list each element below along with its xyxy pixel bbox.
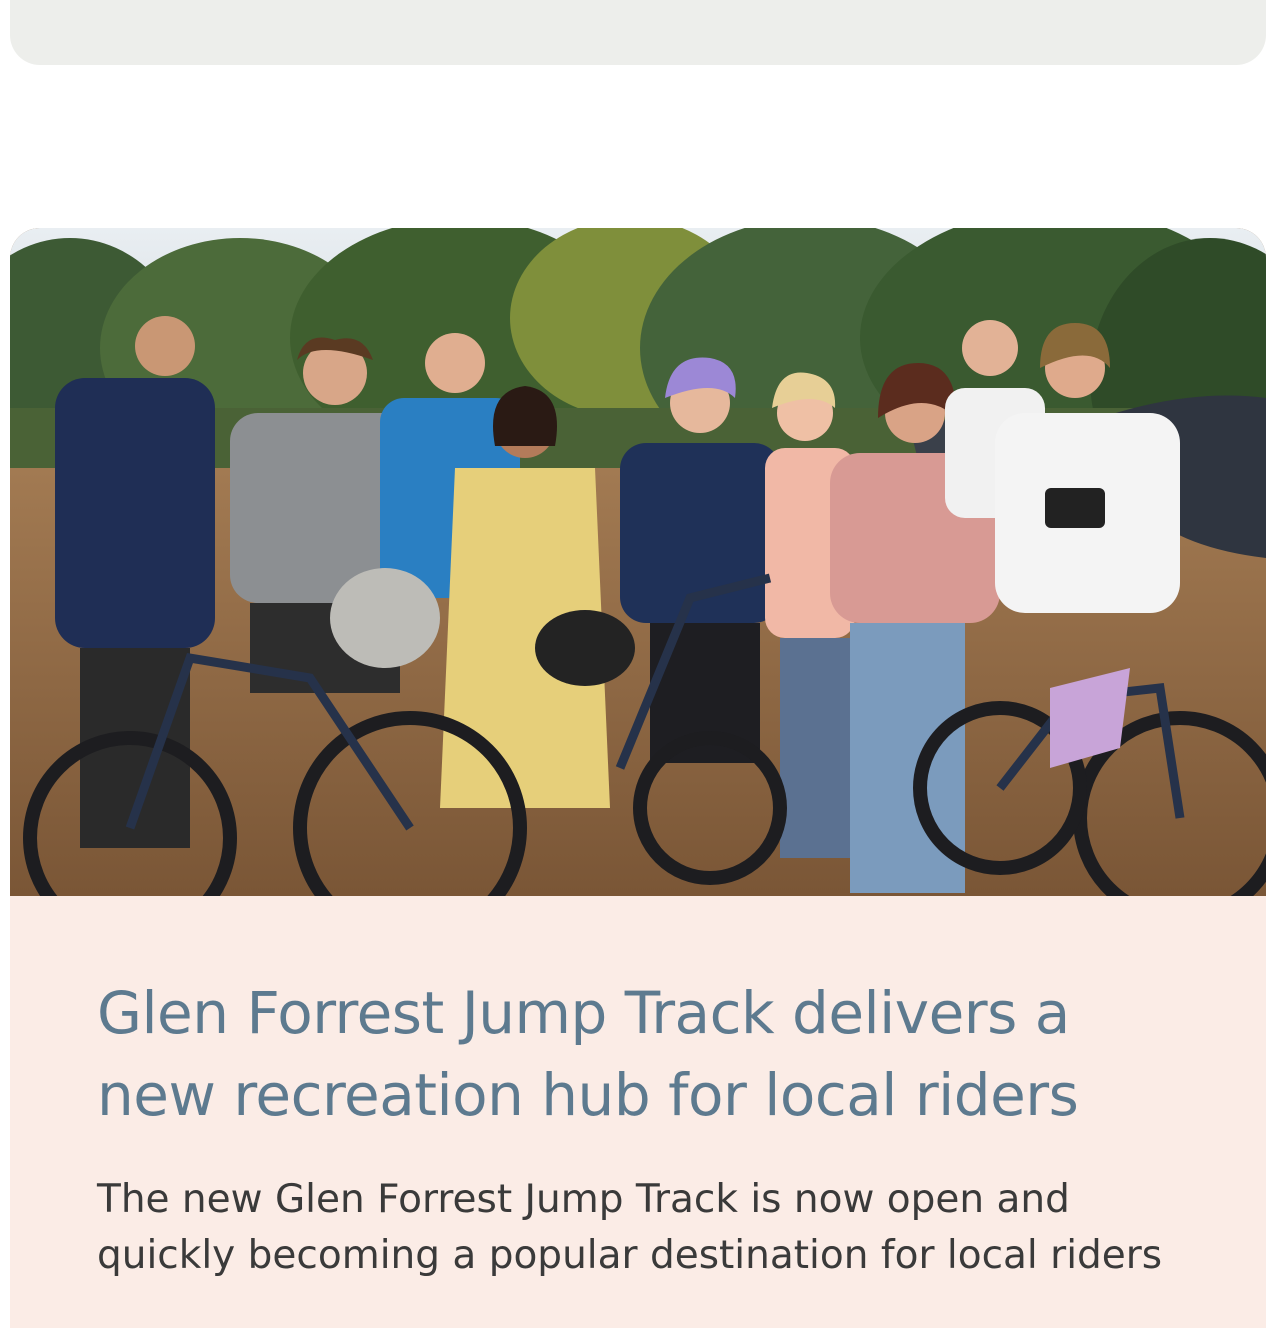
article-photo[interactable]	[10, 228, 1266, 896]
card-body: Glen Forrest Jump Track delivers a new r…	[10, 896, 1266, 1328]
news-card[interactable]: Glen Forrest Jump Track delivers a new r…	[10, 228, 1266, 1328]
previous-card	[10, 0, 1266, 65]
article-excerpt: The new Glen Forrest Jump Track is now o…	[97, 1177, 1163, 1278]
article-title[interactable]: Glen Forrest Jump Track delivers a new r…	[97, 972, 1177, 1136]
riders-group-photo	[10, 228, 1266, 896]
